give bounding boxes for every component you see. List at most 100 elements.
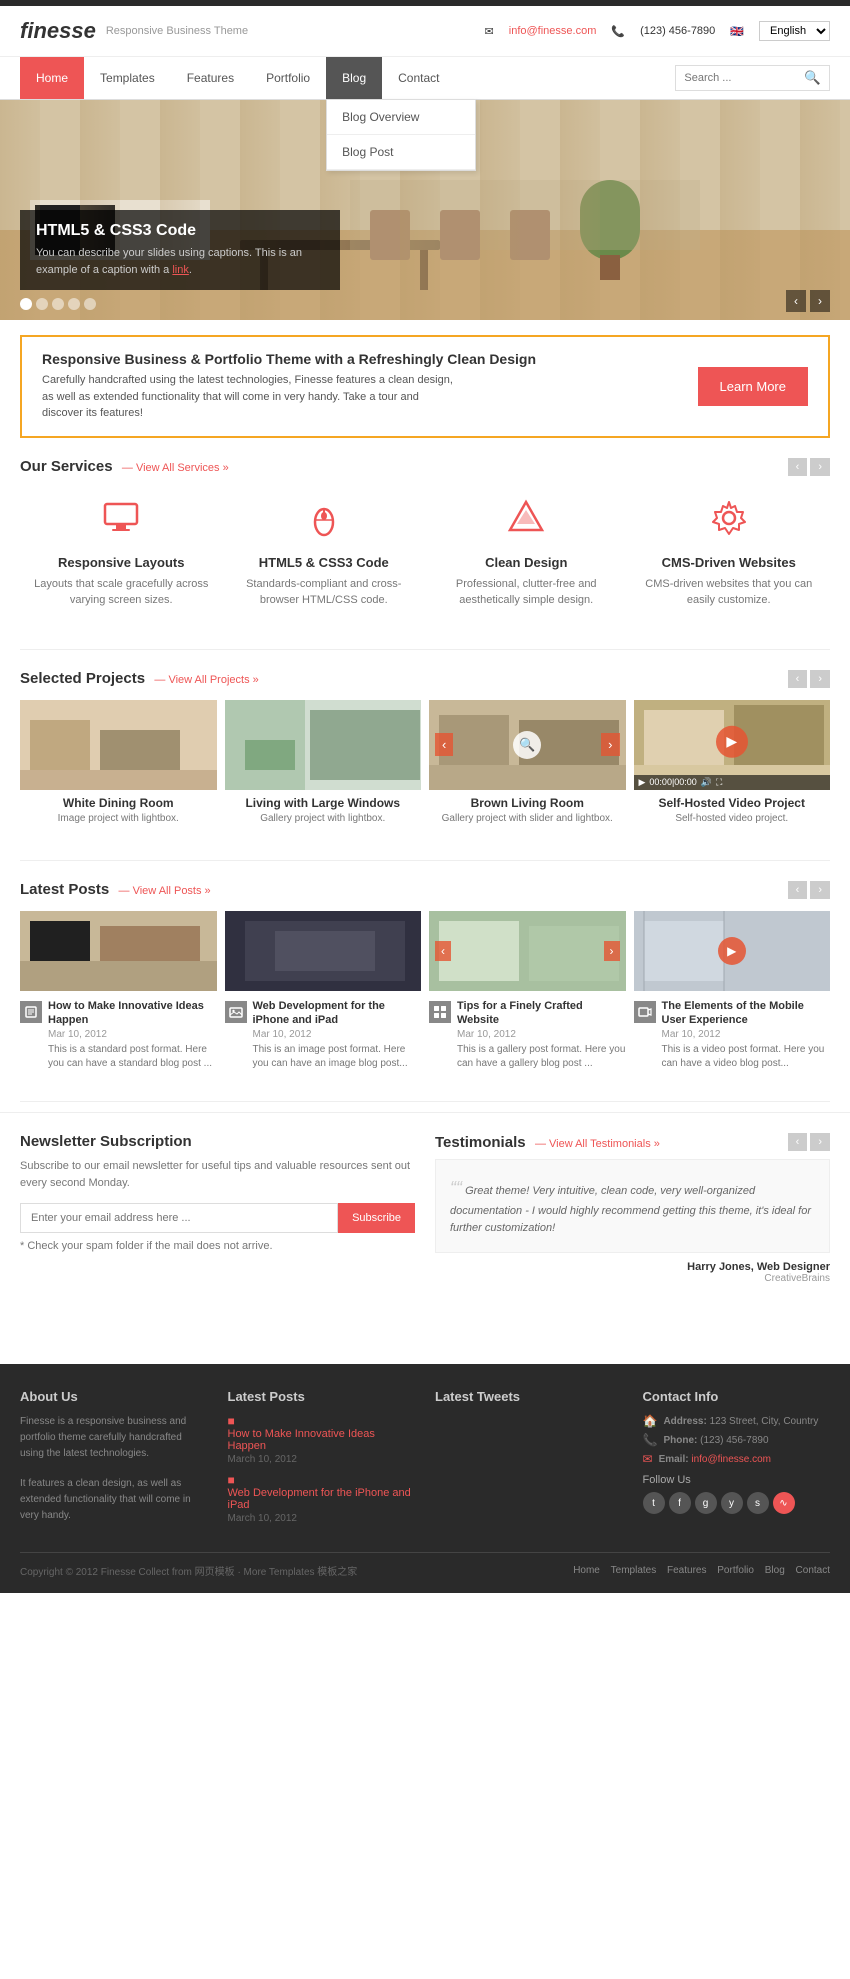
- posts-prev-button[interactable]: ‹: [788, 881, 808, 899]
- hero-dot-4[interactable]: [68, 298, 80, 310]
- footer-post-link-1[interactable]: How to Make Innovative Ideas Happen: [228, 1428, 416, 1452]
- posts-next-button[interactable]: ›: [810, 881, 830, 899]
- post-item-1: How to Make Innovative Ideas Happen Mar …: [20, 911, 217, 1072]
- testimonials-header: Testimonials — View All Testimonials » ‹…: [435, 1133, 830, 1151]
- hero-link[interactable]: link: [172, 264, 189, 276]
- post-date-4: Mar 10, 2012: [662, 1029, 831, 1040]
- posts-nav: ‹ ›: [788, 881, 830, 899]
- hero-prev-button[interactable]: ‹: [786, 290, 806, 312]
- blog-dropdown-post[interactable]: Blog Post: [327, 135, 475, 170]
- newsletter-form: Subscribe: [20, 1203, 415, 1233]
- testimonials-title: Testimonials: [435, 1134, 526, 1151]
- post-excerpt-2: This is an image post format. Here you c…: [253, 1043, 422, 1071]
- social-facebook[interactable]: f: [669, 1492, 691, 1514]
- hero-dot-1[interactable]: [20, 298, 32, 310]
- bottom-sections: Newsletter Subscription Subscribe to our…: [0, 1112, 850, 1304]
- post-next-arrow[interactable]: ›: [604, 941, 620, 961]
- services-nav: ‹ ›: [788, 458, 830, 476]
- post-meta-1: How to Make Innovative Ideas Happen Mar …: [20, 999, 217, 1072]
- testimonials-next-button[interactable]: ›: [810, 1133, 830, 1151]
- gallery-post-icon: [433, 1005, 447, 1019]
- footer-about: About Us Finesse is a responsive busines…: [20, 1389, 208, 1532]
- nav-item-home[interactable]: Home: [20, 57, 84, 99]
- project-item-3: ‹ 🔍 › Brown Living Room Gallery project …: [429, 700, 626, 830]
- video-fullscreen-btn[interactable]: ⛶: [716, 777, 722, 788]
- projects-prev-button[interactable]: ‹: [788, 670, 808, 688]
- social-skype[interactable]: s: [747, 1492, 769, 1514]
- social-rss[interactable]: ∿: [773, 1492, 795, 1514]
- hero-dot-5[interactable]: [84, 298, 96, 310]
- project-video-overlay: ▶: [716, 725, 748, 757]
- search-input[interactable]: [684, 72, 804, 84]
- footer-link-blog[interactable]: Blog: [765, 1565, 785, 1576]
- nav-item-features[interactable]: Features: [171, 57, 250, 99]
- post-item-4: ▶ The Elements of the Mobile User Experi…: [634, 911, 831, 1072]
- nav-item-blog[interactable]: Blog: [326, 57, 382, 99]
- services-next-button[interactable]: ›: [810, 458, 830, 476]
- post-content-4: The Elements of the Mobile User Experien…: [662, 999, 831, 1072]
- testimonial-author: Harry Jones, Web Designer: [435, 1261, 830, 1273]
- footer-link-portfolio[interactable]: Portfolio: [717, 1565, 754, 1576]
- footer-email-link[interactable]: info@finesse.com: [691, 1454, 771, 1465]
- footer-post-link-2[interactable]: Web Development for the iPhone and iPad: [228, 1487, 416, 1511]
- project-img-1: [20, 700, 217, 790]
- testimonials-link[interactable]: — View All Testimonials »: [535, 1138, 660, 1150]
- posts-link[interactable]: — View All Posts »: [119, 885, 211, 897]
- video-volume-btn[interactable]: 🔊: [701, 777, 712, 788]
- services-prev-button[interactable]: ‹: [788, 458, 808, 476]
- project-zoom-button[interactable]: 🔍: [513, 731, 541, 759]
- testimonials-title-area: Testimonials — View All Testimonials »: [435, 1134, 660, 1151]
- video-play-btn[interactable]: ▶: [639, 777, 646, 788]
- footer-link-contact[interactable]: Contact: [796, 1565, 830, 1576]
- nav-item-contact[interactable]: Contact: [382, 57, 455, 99]
- projects-link[interactable]: — View All Projects »: [154, 674, 258, 686]
- flag-icon: 🇬🇧: [730, 25, 744, 38]
- newsletter-subscribe-button[interactable]: Subscribe: [338, 1203, 415, 1233]
- testimonial-quote-text: Great theme! Very intuitive, clean code,…: [450, 1185, 811, 1234]
- project-img-2: [225, 700, 422, 790]
- newsletter-email-input[interactable]: [20, 1203, 338, 1233]
- post-img-1: [20, 911, 217, 991]
- nav-item-portfolio[interactable]: Portfolio: [250, 57, 326, 99]
- hero-dot-3[interactable]: [52, 298, 64, 310]
- header-email[interactable]: info@finesse.com: [509, 25, 597, 37]
- testimonial-quote-box: Great theme! Very intuitive, clean code,…: [435, 1159, 830, 1253]
- project-play-button[interactable]: ▶: [716, 725, 748, 757]
- post-excerpt-1: This is a standard post format. Here you…: [48, 1043, 217, 1071]
- project-thumb-1: [20, 700, 217, 790]
- search-button[interactable]: 🔍: [804, 70, 821, 86]
- footer-link-home[interactable]: Home: [573, 1565, 600, 1576]
- post-prev-arrow[interactable]: ‹: [435, 941, 451, 961]
- testimonials-prev-button[interactable]: ‹: [788, 1133, 808, 1151]
- nav-item-templates[interactable]: Templates: [84, 57, 171, 99]
- services-link[interactable]: — View All Services »: [122, 462, 229, 474]
- social-google[interactable]: g: [695, 1492, 717, 1514]
- project-info-1: White Dining Room Image project with lig…: [20, 790, 217, 830]
- projects-title-area: Selected Projects — View All Projects »: [20, 670, 259, 687]
- footer-link-templates[interactable]: Templates: [611, 1565, 657, 1576]
- promo-banner: Responsive Business & Portfolio Theme wi…: [20, 335, 830, 438]
- address-icon: 🏠: [643, 1414, 658, 1428]
- blog-dropdown-overview[interactable]: Blog Overview: [327, 100, 475, 135]
- service-item-cms: CMS-Driven Websites CMS-driven websites …: [628, 488, 831, 619]
- projects-title: Selected Projects: [20, 670, 145, 687]
- social-youtube[interactable]: y: [721, 1492, 743, 1514]
- post-play-button[interactable]: ▶: [718, 937, 746, 965]
- social-twitter[interactable]: t: [643, 1492, 665, 1514]
- project-next-arrow[interactable]: ›: [601, 733, 619, 756]
- post-title-4: The Elements of the Mobile User Experien…: [662, 999, 831, 1028]
- projects-next-button[interactable]: ›: [810, 670, 830, 688]
- language-select[interactable]: English: [759, 21, 830, 41]
- projects-nav: ‹ ›: [788, 670, 830, 688]
- posts-header: Latest Posts — View All Posts » ‹ ›: [0, 881, 850, 899]
- project-prev-arrow[interactable]: ‹: [435, 733, 453, 756]
- hero-next-button[interactable]: ›: [810, 290, 830, 312]
- footer-link-features[interactable]: Features: [667, 1565, 706, 1576]
- service-title-1: Responsive Layouts: [30, 555, 213, 570]
- video-time: 00:00|00:00: [649, 777, 696, 787]
- learn-more-button[interactable]: Learn More: [698, 367, 808, 406]
- post-date-2: Mar 10, 2012: [253, 1029, 422, 1040]
- post-meta-3: Tips for a Finely Crafted Website Mar 10…: [429, 999, 626, 1072]
- hero-dot-2[interactable]: [36, 298, 48, 310]
- post-date-1: Mar 10, 2012: [48, 1029, 217, 1040]
